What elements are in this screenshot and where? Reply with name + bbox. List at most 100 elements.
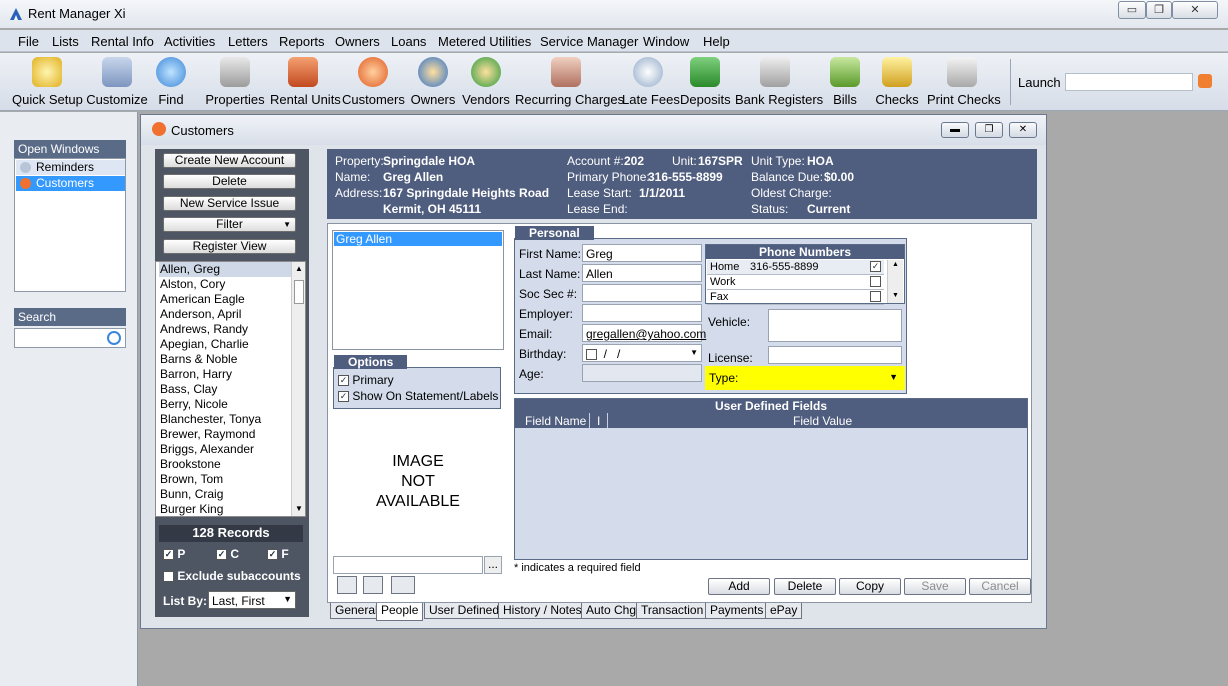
list-item[interactable]: Bass, Clay [159, 382, 217, 397]
list-item[interactable]: Allen, Greg [159, 262, 292, 277]
show-statement-option[interactable]: ✓ Show On Statement/Labels [338, 389, 498, 403]
scroll-down-icon[interactable]: ▼ [892, 292, 899, 299]
tab-people[interactable]: People [376, 603, 424, 621]
menu-lists[interactable]: Lists [52, 34, 79, 49]
open-window-customers[interactable]: Customers [16, 176, 125, 191]
save-button[interactable]: Save [904, 578, 966, 595]
phone-fax-checkbox[interactable] [870, 291, 881, 302]
checks-button[interactable]: Checks [874, 53, 920, 111]
checkbox-exclude[interactable] [163, 571, 174, 583]
ssn-field[interactable] [582, 284, 702, 302]
deposits-button[interactable]: Deposits [680, 53, 731, 111]
window-restore-icon[interactable]: ❐ [975, 122, 1003, 138]
menu-metered-utilities[interactable]: Metered Utilities [438, 34, 531, 49]
list-item[interactable]: Brown, Tom [159, 472, 223, 487]
list-item[interactable]: Brewer, Raymond [159, 427, 255, 442]
list-item[interactable]: Alston, Cory [159, 277, 225, 292]
primary-option[interactable]: ✓ Primary [338, 373, 394, 387]
menu-reports[interactable]: Reports [279, 34, 325, 49]
delete-account-button[interactable]: Delete [163, 174, 296, 189]
list-icon[interactable] [363, 576, 383, 594]
image-path-input[interactable] [333, 556, 483, 574]
menu-loans[interactable]: Loans [391, 34, 426, 49]
list-item[interactable]: Blanchester, Tonya [159, 412, 261, 427]
checkbox-f[interactable]: ✓ [267, 549, 278, 561]
phone-row-home[interactable]: Home 316-555-8899 ✓ [707, 260, 884, 275]
list-by-select[interactable]: Last, First ▼ [208, 591, 296, 609]
phone-row-fax[interactable]: Fax [707, 290, 884, 305]
last-name-field[interactable]: Allen [582, 264, 702, 282]
menu-rental-info[interactable]: Rental Info [91, 34, 154, 49]
list-item[interactable]: Apegian, Charlie [159, 337, 249, 352]
phone-row-work[interactable]: Work [707, 275, 884, 290]
tab-epay[interactable]: ePay [765, 603, 803, 619]
menu-window[interactable]: Window [643, 34, 689, 49]
tab-payments[interactable]: Payments [705, 603, 769, 619]
delete-button[interactable]: Delete [774, 578, 836, 595]
customer-list-scrollbar[interactable]: ▲ ▼ [291, 262, 305, 516]
checkbox-statement[interactable]: ✓ [338, 391, 349, 403]
print-checks-button[interactable]: Print Checks [927, 53, 1001, 111]
list-item[interactable]: Anderson, April [159, 307, 241, 322]
scroll-up-icon[interactable]: ▲ [295, 264, 303, 273]
list-item[interactable]: Briggs, Alexander [159, 442, 254, 457]
recurring-charges-button[interactable]: Recurring Charges [515, 53, 624, 111]
udf-col-field-value[interactable]: Field Value [793, 414, 852, 428]
udf-col-field-name[interactable]: Field Name [525, 414, 586, 428]
late-fees-button[interactable]: Late Fees [622, 53, 680, 111]
birthday-field[interactable]: / / ▼ [582, 344, 702, 362]
bank-registers-button[interactable]: Bank Registers [735, 53, 823, 111]
filter-f[interactable]: ✓ F [267, 547, 289, 561]
contact-card-icon[interactable] [391, 576, 415, 594]
list-item[interactable]: Bunn, Craig [159, 487, 223, 502]
list-item[interactable]: American Eagle [159, 292, 245, 307]
new-service-issue-button[interactable]: New Service Issue [163, 196, 296, 211]
scroll-down-icon[interactable]: ▼ [295, 504, 303, 513]
launch-input[interactable] [1065, 73, 1193, 91]
list-item[interactable]: Burger King [159, 502, 223, 516]
rental-units-button[interactable]: Rental Units [270, 53, 341, 111]
phone-scrollbar[interactable]: ▲ ▼ [887, 260, 903, 303]
menu-file[interactable]: File [18, 34, 39, 49]
customize-button[interactable]: Customize [86, 53, 148, 111]
create-account-button[interactable]: Create New Account [163, 153, 296, 168]
filter-c[interactable]: ✓ C [216, 547, 239, 561]
tab-auto-chg[interactable]: Auto Chg [581, 603, 642, 619]
photo-icon[interactable] [337, 576, 357, 594]
filter-button[interactable]: Filter ▼ [163, 217, 296, 232]
type-select[interactable]: ▼ [768, 369, 902, 387]
launch-go-icon[interactable] [1198, 74, 1212, 88]
license-field[interactable] [768, 346, 902, 364]
window-close-icon[interactable]: ✕ [1009, 122, 1037, 138]
properties-button[interactable]: Properties [205, 53, 265, 111]
scroll-thumb[interactable] [294, 280, 304, 304]
list-item[interactable]: Andrews, Randy [159, 322, 248, 337]
phone-home-checkbox[interactable]: ✓ [870, 261, 881, 272]
find-button[interactable]: Find [152, 53, 190, 111]
birthday-checkbox[interactable] [586, 349, 597, 361]
scroll-up-icon[interactable]: ▲ [892, 261, 899, 268]
vendors-button[interactable]: Vendors [461, 53, 511, 111]
add-button[interactable]: Add [708, 578, 770, 595]
open-window-reminders[interactable]: Reminders [16, 160, 125, 175]
list-item[interactable]: Barns & Noble [159, 352, 237, 367]
email-field[interactable]: gregallen@yahoo.com [582, 324, 706, 342]
owners-button[interactable]: Owners [410, 53, 456, 111]
menu-activities[interactable]: Activities [164, 34, 215, 49]
tab-history-notes[interactable]: History / Notes [498, 603, 587, 619]
browse-button[interactable]: ... [484, 556, 502, 574]
checkbox-primary[interactable]: ✓ [338, 375, 349, 387]
restore-icon[interactable]: ❐ [1146, 1, 1172, 19]
employer-field[interactable] [582, 304, 702, 322]
cancel-button[interactable]: Cancel [969, 578, 1031, 595]
list-item[interactable]: Brookstone [159, 457, 221, 472]
tab-transaction[interactable]: Transaction [636, 603, 709, 619]
menu-service-manager[interactable]: Service Manager [540, 34, 638, 49]
list-item[interactable]: Barron, Harry [159, 367, 232, 382]
quick-setup-button[interactable]: Quick Setup [12, 53, 83, 111]
window-minimize-icon[interactable]: ▬ [941, 122, 969, 138]
tab-user-defined[interactable]: User Defined [424, 603, 505, 619]
customers-button[interactable]: Customers [342, 53, 405, 111]
first-name-field[interactable]: Greg [582, 244, 702, 262]
search-input[interactable] [14, 328, 126, 348]
